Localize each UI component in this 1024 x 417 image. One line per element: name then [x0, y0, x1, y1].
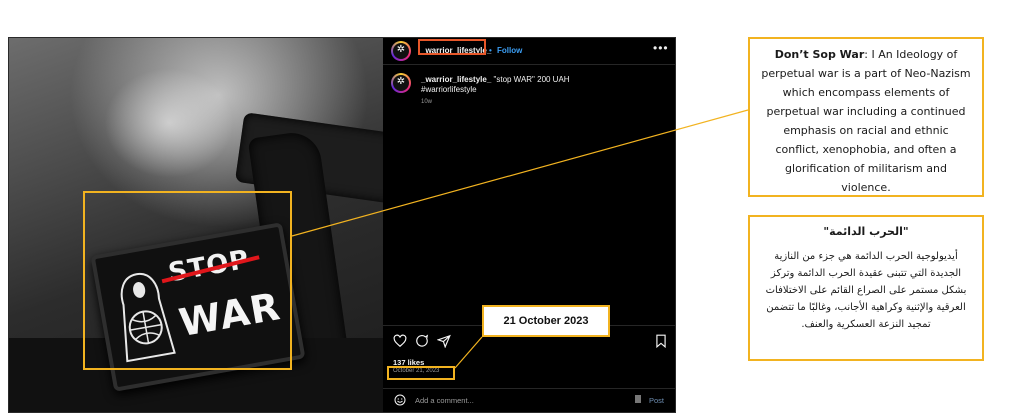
bookmark-icon[interactable]: [655, 334, 667, 348]
avatar[interactable]: ✲: [391, 41, 411, 61]
emoji-icon[interactable]: [394, 394, 406, 406]
caption-hashtag[interactable]: #warriorlifestyle: [421, 85, 477, 94]
gif-icon[interactable]: [635, 395, 641, 403]
date-callout: 21 October 2023: [482, 305, 610, 337]
comment-divider: [383, 388, 675, 389]
english-annotation-body: : I An Ideology of perpetual war is a pa…: [761, 48, 971, 194]
more-options-icon[interactable]: •••: [653, 41, 669, 55]
post-comment-button[interactable]: Post: [649, 396, 664, 405]
english-annotation: Don’t Sop War: I An Ideology of perpetua…: [748, 37, 984, 197]
post-sidebar: ✲ _warrior_lifestyle_ • Follow ••• ✲ _wa…: [383, 38, 675, 412]
caption-avatar[interactable]: ✲: [391, 73, 411, 93]
english-annotation-title: Don’t Sop War: [774, 48, 865, 61]
post-age: 10w: [421, 99, 433, 105]
arabic-annotation-body: أيديولوجية الحرب الدائمة هي جزء من الناز…: [765, 251, 967, 330]
date-highlight-box: [387, 366, 455, 380]
patch-highlight-box: [83, 191, 292, 370]
arabic-annotation-title: "الحرب الدائمة": [823, 225, 909, 238]
share-icon[interactable]: [437, 334, 451, 348]
caption-username[interactable]: _warrior_lifestyle_: [421, 75, 491, 84]
follow-bullet: •: [489, 46, 492, 55]
comment-input[interactable]: Add a comment...: [415, 396, 474, 405]
header-divider: [383, 64, 675, 65]
username-highlight-box: [418, 39, 486, 55]
follow-button[interactable]: Follow: [497, 46, 522, 55]
caption-text: "stop WAR" 200 UAH: [493, 75, 570, 84]
heart-icon[interactable]: [393, 334, 407, 348]
post-caption: _warrior_lifestyle_ "stop WAR" 200 UAH #…: [421, 75, 661, 95]
arabic-annotation: "الحرب الدائمة" أيديولوجية الحرب الدائمة…: [748, 215, 984, 361]
comment-icon[interactable]: [415, 334, 429, 348]
